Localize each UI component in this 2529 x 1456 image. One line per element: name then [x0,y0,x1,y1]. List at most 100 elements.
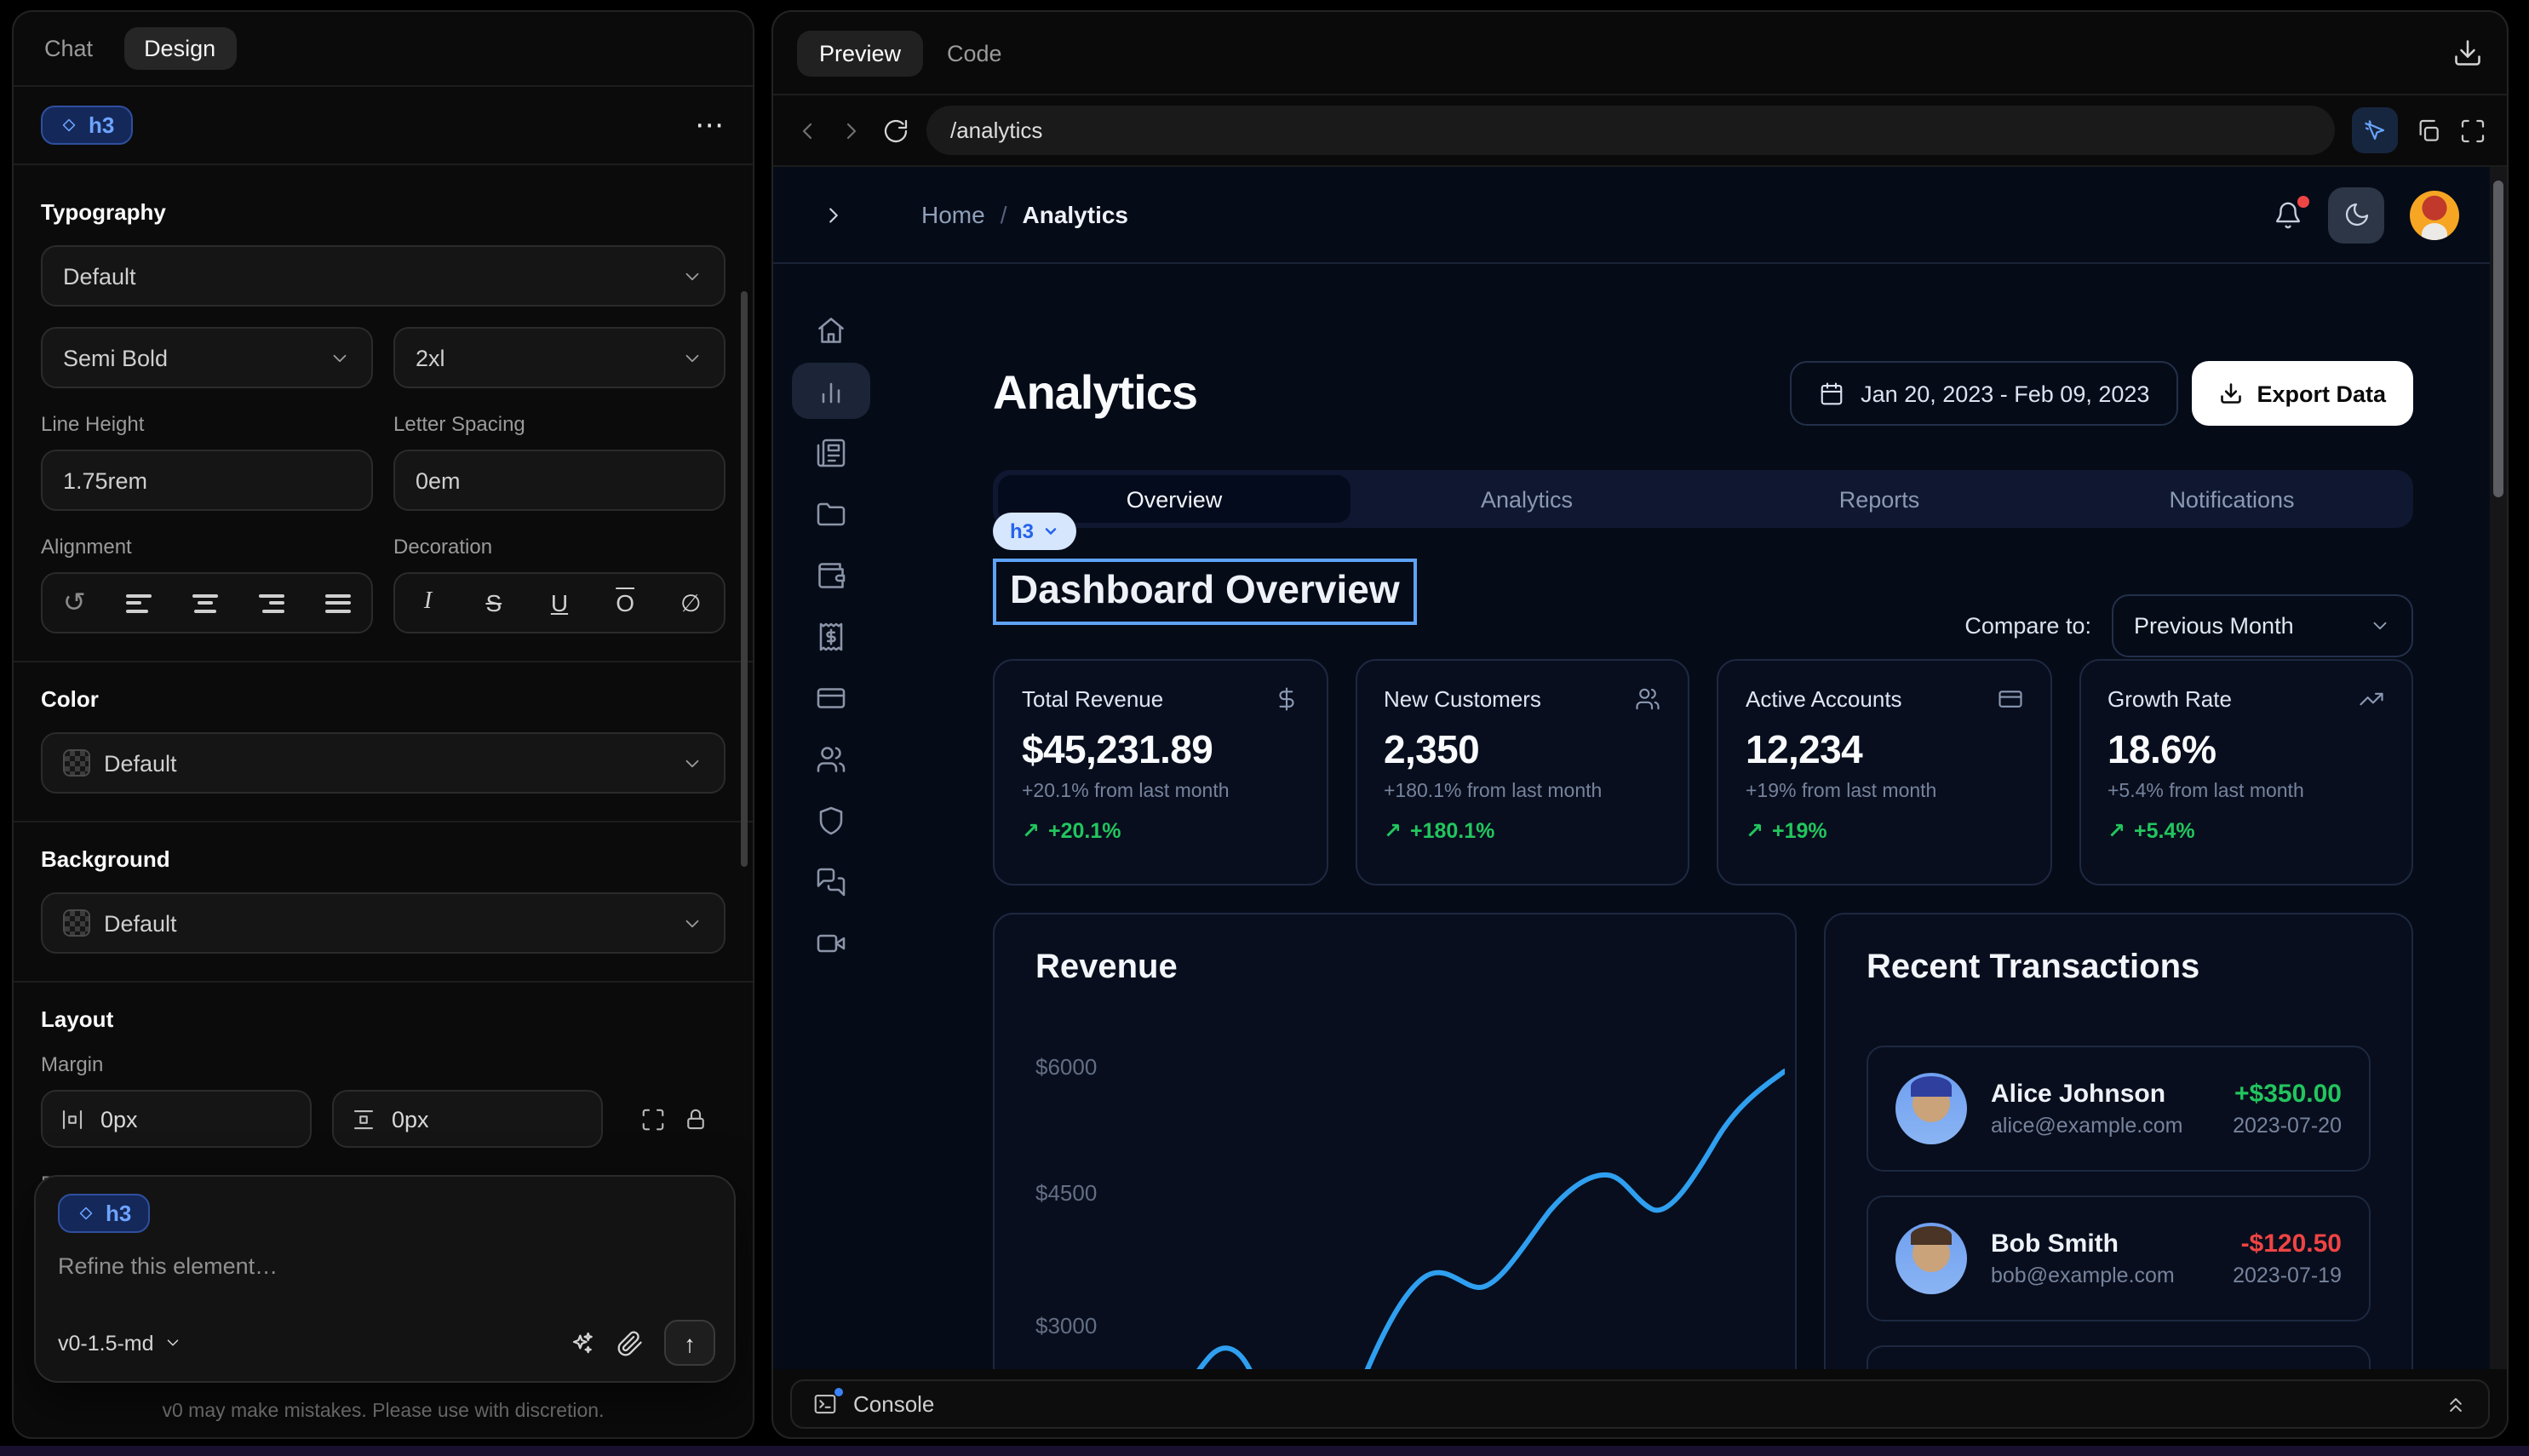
copy-icon[interactable] [2415,117,2442,144]
back-icon[interactable] [794,117,821,144]
layout-section-label: Layout [41,1006,725,1032]
font-family-value: Default [63,263,136,289]
selected-element-pill[interactable]: h3 [993,513,1076,550]
notification-dot [2297,195,2309,207]
dashboard-main: Analytics Jan 20, 2023 - Feb 09, 2023 Ex… [993,264,2413,1369]
font-weight-value: Semi Bold [63,345,168,370]
revenue-line-chart [1104,1034,1785,1369]
notifications-button[interactable] [2274,200,2302,229]
design-panel: Chat Design h3 ⋯ Typography Default Semi… [12,10,754,1439]
download-icon[interactable] [2452,37,2483,68]
margin-x-input[interactable]: 0px [41,1090,312,1148]
chat-element-badge[interactable]: h3 [58,1194,150,1233]
font-size-select[interactable]: 2xl [393,327,725,388]
align-right-icon[interactable] [259,593,284,612]
align-center-icon[interactable] [192,593,218,612]
color-swatch-icon [63,749,90,777]
strikethrough-icon[interactable]: S [480,589,508,616]
avatar [1895,1223,1967,1294]
letter-spacing-input[interactable]: 0em [393,450,725,511]
sidebar-item-home[interactable] [792,301,870,358]
line-height-input[interactable]: 1.75rem [41,450,373,511]
sidebar-item-files[interactable] [792,485,870,542]
undo-alignment-icon[interactable]: ↺ [63,586,86,620]
transaction-row: Bob Smith bob@example.com -$120.50 2023-… [1867,1195,2371,1321]
sidebar-item-wallet[interactable] [792,547,870,603]
export-label: Export Data [2257,381,2386,406]
select-element-mode-button[interactable] [2352,107,2398,153]
letter-spacing-label: Letter Spacing [393,412,725,436]
refine-input[interactable]: Refine this element… [58,1253,712,1279]
section-heading-selected: Dashboard Overview [993,559,1417,625]
preview-header: Preview Code [773,12,2507,95]
disclaimer-text: v0 may make mistakes. Please use with di… [14,1402,753,1422]
sidebar-item-users[interactable] [792,731,870,787]
chevron-down-icon [2369,615,2391,637]
sparkles-icon[interactable] [569,1329,596,1356]
y-axis-tick: $4500 [1035,1180,1097,1206]
design-controls: Typography Default Semi Bold 2xl Line He… [14,165,753,1267]
font-weight-select[interactable]: Semi Bold [41,327,373,388]
panel-scrollbar[interactable] [741,291,748,867]
font-size-value: 2xl [416,345,445,370]
selected-element-row: h3 ⋯ [14,87,753,165]
sidebar-item-news[interactable] [792,424,870,480]
font-family-select[interactable]: Default [41,245,725,307]
forward-icon[interactable] [838,117,865,144]
expand-margin-icon[interactable] [640,1106,666,1132]
trend-up-icon: ↗ [1746,817,1763,843]
url-input[interactable]: /analytics [926,106,2335,155]
lock-margin-icon[interactable] [683,1106,708,1132]
sidebar-item-messages[interactable] [792,853,870,909]
margin-y-input[interactable]: 0px [332,1090,603,1148]
date-range-button[interactable]: Jan 20, 2023 - Feb 09, 2023 [1789,361,2178,426]
letter-spacing-value: 0em [416,467,461,493]
sidebar-item-security[interactable] [792,792,870,848]
user-avatar[interactable] [2410,190,2459,239]
color-select[interactable]: Default [41,732,725,794]
preview-viewport: Home / Analytics [773,165,2507,1369]
console-bar[interactable]: Console [790,1379,2490,1429]
sidebar-toggle-icon[interactable] [821,202,846,227]
tab-preview[interactable]: Preview [797,30,923,76]
element-menu-icon[interactable]: ⋯ [695,108,725,142]
chevron-down-icon [681,265,703,287]
line-height-label: Line Height [41,412,373,436]
paperclip-icon[interactable] [616,1329,644,1356]
theme-toggle-button[interactable] [2328,186,2384,243]
sidebar-item-analytics[interactable] [792,363,870,419]
italic-icon[interactable]: I [415,589,442,616]
tab-chat[interactable]: Chat [44,36,93,61]
chevrons-up-icon[interactable] [2444,1392,2468,1416]
breadcrumb-home[interactable]: Home [921,201,985,228]
overline-icon[interactable]: O [611,589,639,616]
compare-select[interactable]: Previous Month [2112,594,2413,657]
breadcrumb-separator: / [1001,201,1007,228]
breadcrumb: Home / Analytics [921,201,1128,228]
tab-code[interactable]: Code [947,40,1002,66]
align-justify-icon[interactable] [325,593,351,612]
transaction-name: Alice Johnson [1991,1080,2182,1109]
underline-icon[interactable]: U [546,589,573,616]
model-value: v0-1.5-md [58,1331,154,1355]
sidebar-item-invoices[interactable] [792,608,870,664]
sidebar-item-payments[interactable] [792,669,870,725]
folder-icon [816,498,846,529]
chevron-down-icon [681,752,703,774]
wallet-icon [816,559,846,590]
compare-value: Previous Month [2134,613,2294,639]
model-select[interactable]: v0-1.5-md [58,1331,183,1355]
send-button[interactable]: ↑ [664,1320,715,1366]
align-left-icon[interactable] [127,593,152,612]
tab-design[interactable]: Design [123,27,236,70]
sidebar-item-video[interactable] [792,914,870,971]
moon-icon [2343,201,2370,228]
viewport-scrollbar[interactable] [2493,181,2503,497]
no-decoration-icon[interactable]: ∅ [677,588,704,617]
export-data-button[interactable]: Export Data [2192,361,2413,426]
refresh-icon[interactable] [882,117,909,144]
fullscreen-icon[interactable] [2459,117,2486,144]
element-badge-h3[interactable]: h3 [41,106,133,145]
chevron-down-icon [681,347,703,369]
background-select[interactable]: Default [41,892,725,954]
